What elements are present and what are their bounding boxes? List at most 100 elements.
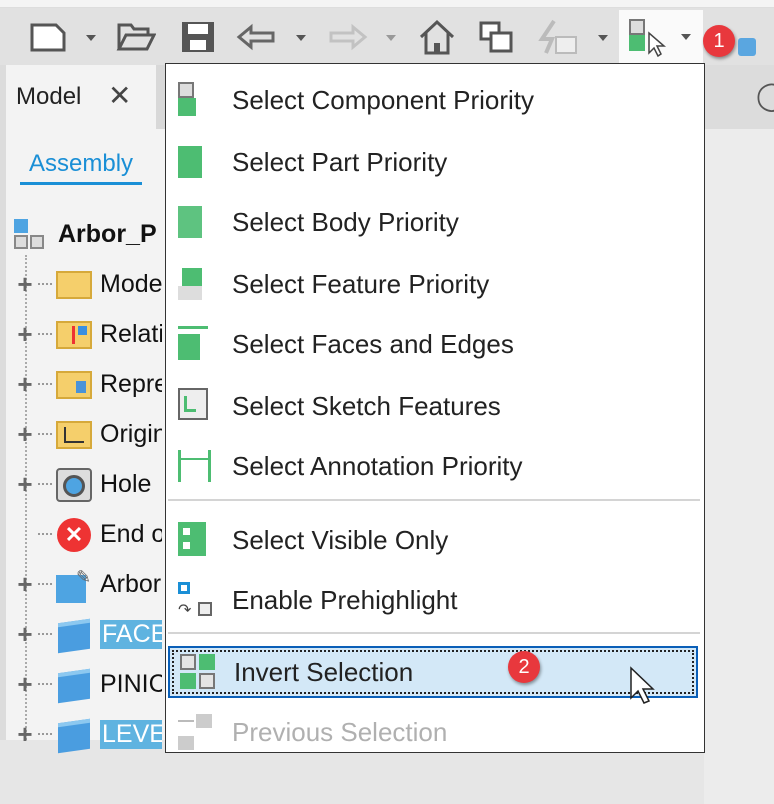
select-priority-button[interactable] <box>619 10 703 64</box>
tree-item-label: FACE <box>100 619 162 649</box>
menu-item-label: Select Body Priority <box>232 206 459 237</box>
tree-item-label: LEVEL <box>100 719 162 749</box>
tree-connector <box>38 383 52 385</box>
expand-icon[interactable]: + <box>14 669 36 700</box>
origin-folder-icon <box>54 417 92 451</box>
assembly-icon <box>738 38 756 56</box>
menu-item-select-feature-priority[interactable]: Select Feature Priority <box>168 258 700 310</box>
menu-item-label: Select Feature Priority <box>232 268 490 299</box>
tree-root[interactable]: Arbor_P <box>12 214 158 254</box>
callout-badge-1: 1 <box>703 25 735 57</box>
undo-dropdown-caret[interactable] <box>296 35 306 41</box>
tree-connector <box>38 733 52 735</box>
select-annotation-priority-icon <box>176 446 216 486</box>
tree-item[interactable]: + LEVEL <box>14 714 162 754</box>
part-icon <box>54 667 92 704</box>
menu-item-label: Select Faces and Edges <box>232 328 514 359</box>
expand-icon[interactable]: + <box>14 719 36 750</box>
expand-icon[interactable]: + <box>14 269 36 300</box>
expand-icon[interactable]: + <box>14 469 36 500</box>
tree-item-label: Origin <box>100 419 162 448</box>
tree-connector <box>38 633 52 635</box>
end-of-features-icon: ✕ <box>54 517 92 552</box>
undo-icon[interactable] <box>234 20 280 54</box>
graphics-area <box>704 129 774 804</box>
menu-item-previous-selection[interactable]: Previous Selection <box>168 706 700 758</box>
quick-access-toolbar: 1 <box>0 8 774 65</box>
enable-prehighlight-icon: ↷ <box>176 580 216 620</box>
tree-item[interactable]: + ✎ Arbor <box>14 564 161 604</box>
menu-item-label: Enable Prehighlight <box>232 584 458 615</box>
menu-item-enable-prehighlight[interactable]: ↷ Enable Prehighlight <box>168 574 700 626</box>
update-dropdown-caret[interactable] <box>598 35 608 41</box>
menu-item-select-faces-and-edges[interactable]: Select Faces and Edges <box>168 318 700 370</box>
view-tab-strip: ◯ <box>704 65 774 129</box>
representations-folder-icon <box>54 367 92 401</box>
select-priority-caret[interactable] <box>681 34 691 40</box>
close-icon[interactable]: ✕ <box>108 79 131 112</box>
tree-connector <box>38 283 52 285</box>
menu-item-select-body-priority[interactable]: Select Body Priority <box>168 196 700 248</box>
new-file-icon[interactable] <box>26 20 70 54</box>
top-strip <box>0 0 774 8</box>
invert-selection-icon <box>178 652 218 692</box>
callout-badge-2: 2 <box>508 651 540 683</box>
tree-connector <box>38 583 52 585</box>
tree-item[interactable]: + Origin <box>14 414 162 454</box>
menu-item-label: Select Part Priority <box>232 146 448 177</box>
select-priority-icon <box>629 19 667 57</box>
redo-dropdown-caret[interactable] <box>386 35 396 41</box>
select-visible-only-icon <box>176 520 216 560</box>
menu-item-select-annotation-priority[interactable]: Select Annotation Priority <box>168 440 700 492</box>
menu-item-label: Select Component Priority <box>232 84 535 115</box>
expand-icon[interactable]: + <box>14 419 36 450</box>
select-faces-and-edges-icon <box>176 324 216 364</box>
menu-item-invert-selection[interactable]: Invert Selection <box>168 646 698 698</box>
select-part-priority-icon <box>176 142 216 182</box>
relationships-folder-icon <box>54 317 92 351</box>
select-sketch-features-icon <box>176 386 216 426</box>
menu-item-select-visible-only[interactable]: Select Visible Only <box>168 514 700 566</box>
redo-icon[interactable] <box>324 20 370 54</box>
previous-selection-icon <box>176 712 216 752</box>
tree-item[interactable]: + Relati <box>14 314 162 354</box>
selection-priority-menu: Select Component Priority Select Part Pri… <box>165 63 705 753</box>
menu-item-label: Invert Selection <box>234 656 414 687</box>
tree-item[interactable]: + Hole <box>14 464 151 504</box>
tree-item[interactable]: + PINIC <box>14 664 162 704</box>
tree-item-label: End o <box>100 519 162 548</box>
tree-item-label: Repre <box>100 369 162 398</box>
expand-icon[interactable]: + <box>14 619 36 650</box>
select-feature-priority-icon <box>176 264 216 304</box>
expand-icon[interactable]: + <box>14 319 36 350</box>
expand-icon[interactable]: + <box>14 369 36 400</box>
update-icon[interactable] <box>534 19 584 54</box>
save-icon[interactable] <box>178 20 218 54</box>
windows-icon[interactable] <box>474 20 520 54</box>
open-folder-icon[interactable] <box>114 20 158 54</box>
folder-icon <box>54 267 92 301</box>
tree-item[interactable]: + FACE <box>14 614 162 654</box>
tree-item-label: Arbor <box>100 569 162 598</box>
expand-icon[interactable]: + <box>14 569 36 600</box>
tree-item[interactable]: + Repre <box>14 364 162 404</box>
tab-assembly[interactable]: Assembly <box>20 150 143 185</box>
new-dropdown-caret[interactable] <box>86 35 96 41</box>
menu-item-select-sketch-features[interactable]: Select Sketch Features <box>168 380 700 432</box>
menu-item-select-component-priority[interactable]: Select Component Priority <box>168 74 700 126</box>
select-body-priority-icon <box>176 202 216 242</box>
menu-item-label: Select Visible Only <box>232 524 449 555</box>
menu-separator <box>168 499 700 501</box>
tree-item[interactable]: + Mode <box>14 264 162 304</box>
menu-item-select-part-priority[interactable]: Select Part Priority <box>168 136 700 188</box>
tab-model-label: Model <box>16 83 82 110</box>
tree-item[interactable]: ✕ End o <box>14 514 162 554</box>
tree-item-label: PINIC <box>100 669 162 698</box>
menu-item-label: Previous Selection <box>232 716 448 747</box>
tree-item-label: Mode <box>100 269 162 298</box>
home-icon[interactable] <box>414 19 460 55</box>
tree-connector <box>38 483 52 485</box>
assembly-icon <box>12 217 50 251</box>
tab-model[interactable]: Model ✕ <box>6 65 156 129</box>
tree-connector <box>38 333 52 335</box>
